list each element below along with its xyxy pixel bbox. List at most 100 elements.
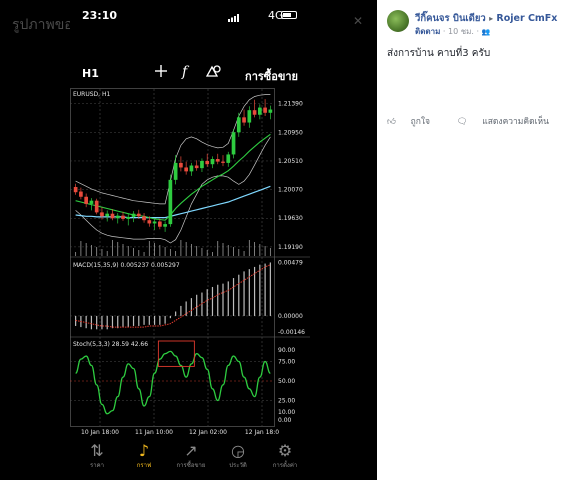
volume-bar [106, 251, 108, 256]
bottom-nav: ⇅ ราคา ♪ กราฟ ↗ การซื้อขาย ◶ ประวัติ ⚙ การตั้งค่า [70, 438, 310, 480]
volume-bar [243, 251, 245, 256]
macd-signal-line [75, 264, 271, 328]
nav-item-3[interactable]: ◶ ประวัติ [215, 442, 261, 470]
nav-icon-1: ♪ [138, 441, 150, 460]
volume-bar [259, 244, 261, 256]
objects-icon[interactable] [205, 64, 222, 82]
comment-button[interactable]: 🗨︎ แสดงความคิดเห็น [457, 117, 561, 127]
nav-item-0[interactable]: ⇅ ราคา [74, 442, 120, 470]
candle-body [247, 110, 252, 123]
candle-body [163, 224, 167, 227]
candle-body [200, 160, 204, 169]
candle-body [221, 161, 225, 163]
candle-body [168, 179, 173, 225]
nav-icon-0: ⇅ [90, 441, 104, 460]
candle-body [73, 186, 78, 193]
macd-histogram-bar [164, 315, 166, 324]
volume-bar [222, 243, 224, 256]
moving-average-blue-line [75, 185, 271, 219]
candle-body [158, 221, 162, 227]
nav-item-4[interactable]: ⚙ การตั้งค่า [262, 442, 308, 470]
macd-histogram-bar [243, 271, 245, 316]
volume-bar [96, 247, 98, 256]
candle-body [147, 220, 152, 224]
author-link[interactable]: วีกิ๊คนจร บินเดียว [415, 13, 486, 24]
price-tick-label: 1.19190 [278, 244, 303, 251]
macd-histogram-bar [206, 289, 208, 316]
candle-body [79, 191, 83, 197]
nav-icon-2: ↗ [184, 441, 198, 460]
volume-bar [159, 245, 161, 256]
volume-bar [75, 252, 77, 256]
status-time: 23:10 [82, 9, 118, 22]
candle-body [89, 200, 94, 204]
candle-body [142, 216, 146, 221]
stoch-label: Stoch(5,3,3) 28.59 42.66 [73, 341, 148, 348]
macd-histogram-bar [238, 274, 240, 316]
target-link[interactable]: Rojer CmFx [496, 13, 557, 24]
post-time[interactable]: 10 ชม. [448, 27, 474, 36]
volume-bar [248, 240, 250, 256]
candle-body [84, 196, 88, 204]
volume-bar [227, 245, 229, 256]
post-header: วีกิ๊คนจร บินเดียว ▸ Rojer CmFx [415, 11, 557, 26]
macd-histogram-bar [153, 315, 156, 325]
candle-body [226, 154, 231, 163]
volume-bar [175, 251, 177, 256]
nav-label-4: การตั้งค่า [272, 462, 298, 469]
time-axis-label: 11 Jan 10:00 [135, 429, 173, 436]
candle-body [263, 107, 267, 113]
stoch-tick-label: 10.00 [278, 409, 295, 416]
crosshair-icon[interactable] [154, 64, 168, 82]
candle-body [242, 117, 246, 123]
macd-histogram-bar [227, 281, 229, 316]
bollinger-upper-line [75, 94, 271, 205]
candle-body [152, 221, 157, 224]
trade-button[interactable]: การซื้อขาย [245, 67, 298, 85]
candle-body [126, 216, 131, 219]
volume-bar [217, 241, 219, 256]
volume-bar [133, 248, 134, 256]
macd-histogram-bar [132, 315, 135, 326]
candle-body [179, 162, 183, 168]
volume-bar [196, 246, 198, 256]
phone-screenshot: 23:10 4G H1 f การซื้อขาย 1.21390 1.20950 1… [70, 0, 310, 480]
follow-link[interactable]: ติดตาม [415, 27, 440, 36]
price-chart[interactable]: 1.21390 1.20950 1.20510 1.20070 1.19630 1.191… [70, 86, 310, 436]
macd-histogram-bar [117, 315, 119, 329]
candle-body [100, 212, 104, 217]
close-icon[interactable]: ✕ [353, 14, 363, 28]
candle-body [268, 109, 273, 113]
nav-item-2[interactable]: ↗ การซื้อขาย [168, 442, 214, 470]
macd-histogram-bar [127, 315, 129, 328]
nav-item-1[interactable]: ♪ กราฟ [121, 442, 167, 470]
macd-histogram-bar [138, 315, 140, 326]
price-tick-label: 1.20070 [278, 187, 303, 194]
macd-histogram-bar [96, 315, 98, 330]
chart-frame [70, 88, 275, 427]
volume-bar [233, 247, 234, 256]
timeframe-button[interactable]: H1 [82, 67, 99, 80]
symbol-label: EURUSD, H1 [73, 91, 110, 98]
macd-histogram-bar [159, 315, 161, 325]
indicator-function-icon[interactable]: f [182, 64, 187, 80]
like-icon: 👍︎ [387, 117, 396, 127]
macd-histogram-bar [101, 315, 103, 330]
bollinger-lower-line [75, 136, 271, 244]
macd-histogram-bar [90, 315, 93, 330]
macd-histogram-bar [232, 278, 235, 316]
status-bar: 23:10 4G [70, 8, 310, 24]
volume-bar [206, 250, 208, 256]
macd-histogram-bar [222, 283, 224, 316]
photo-viewer: รูปภาพของ วีกิ๊คนจร บินเดียว ✕ 23:10 4G … [0, 0, 377, 480]
volume-bar [127, 246, 129, 256]
post-text: ส่งการบ้าน คาบที่3 ครับ [387, 48, 491, 59]
like-button[interactable]: 👍︎ ถูกใจ [387, 117, 442, 127]
macd-tick-label: -0.00146 [278, 329, 305, 336]
avatar[interactable] [387, 10, 409, 32]
volume-bar [164, 247, 166, 256]
macd-tick-label: 0.00000 [278, 313, 303, 320]
post-panel: วีกิ๊คนจร บินเดียว ▸ Rojer CmFx ติดตาม ·… [377, 0, 584, 480]
candle-body [184, 167, 188, 172]
battery-icon [281, 11, 297, 19]
